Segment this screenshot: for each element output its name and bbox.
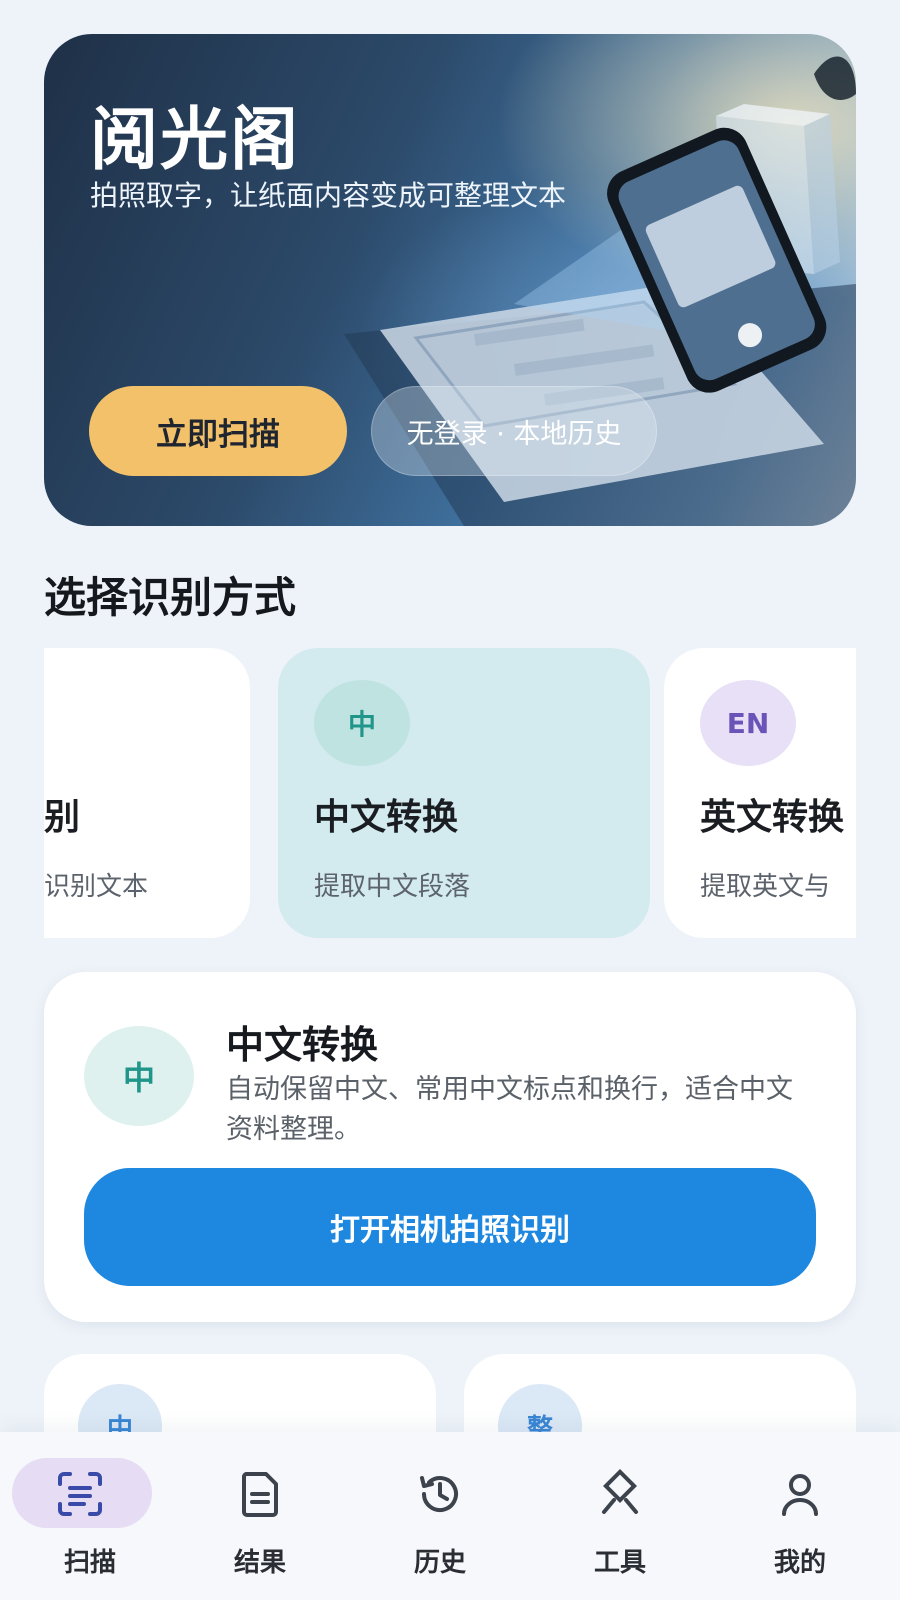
local-history-badge: 无登录 · 本地历史 [371,386,657,476]
hero-banner: 阅光阁 拍照取字，让纸面内容变成可整理文本 立即扫描 无登录 · 本地历史 [44,34,856,526]
scan-now-button[interactable]: 立即扫描 [89,386,347,476]
profile-icon [782,1474,818,1516]
nav-label: 扫描 [63,1548,116,1578]
mode-card-desc: 识别文本 [44,872,149,902]
chinese-badge-icon: 中 [84,1026,194,1126]
nav-label: 工具 [593,1548,646,1578]
nav-label: 我的 [773,1548,826,1578]
nav-label: 结果 [233,1548,286,1578]
nav-item-scan[interactable]: 扫描 [0,1432,180,1600]
tools-icon [602,1469,638,1514]
scan-icon [58,1472,102,1516]
mode-detail-card: 中 中文转换 自动保留中文、常用中文标点和换行，适合中文资料整理。 打开相机拍照… [44,972,856,1322]
mode-card-general[interactable]: 别 识别文本 [44,648,250,938]
bottom-nav: 扫描 结果 历史 工具 我的 [0,1432,900,1600]
mode-card-title: 中文转换 [314,797,459,838]
chinese-badge-icon: 中 [314,680,410,766]
document-icon [242,1472,278,1517]
mode-card-chinese[interactable]: 中 中文转换 提取中文段落 [278,648,650,938]
mode-card-english[interactable]: EN 英文转换 提取英文与 [664,648,856,938]
nav-item-results[interactable]: 结果 [170,1432,350,1600]
nav-label: 历史 [413,1548,466,1578]
app-tagline: 拍照取字，让纸面内容变成可整理文本 [90,179,567,212]
mode-card-desc: 提取中文段落 [314,872,471,902]
nav-item-profile[interactable]: 我的 [710,1432,890,1600]
mode-card-title: 英文转换 [700,797,845,838]
app-title: 阅光阁 [90,101,301,180]
mode-carousel[interactable]: 别 识别文本 中 中文转换 提取中文段落 EN 英文转换 提取英文与 [44,648,856,938]
nav-item-history[interactable]: 历史 [350,1432,530,1600]
history-icon [420,1476,458,1512]
mode-card-title: 别 [44,797,81,838]
nav-item-tools[interactable]: 工具 [530,1432,710,1600]
mode-card-desc: 提取英文与 [700,872,831,902]
english-badge-icon: EN [700,680,796,766]
detail-description: 自动保留中文、常用中文标点和换行，适合中文资料整理。 [226,1074,793,1145]
open-camera-button[interactable]: 打开相机拍照识别 [84,1168,816,1286]
section-title: 选择识别方式 [44,573,297,622]
detail-title: 中文转换 [226,1023,379,1067]
